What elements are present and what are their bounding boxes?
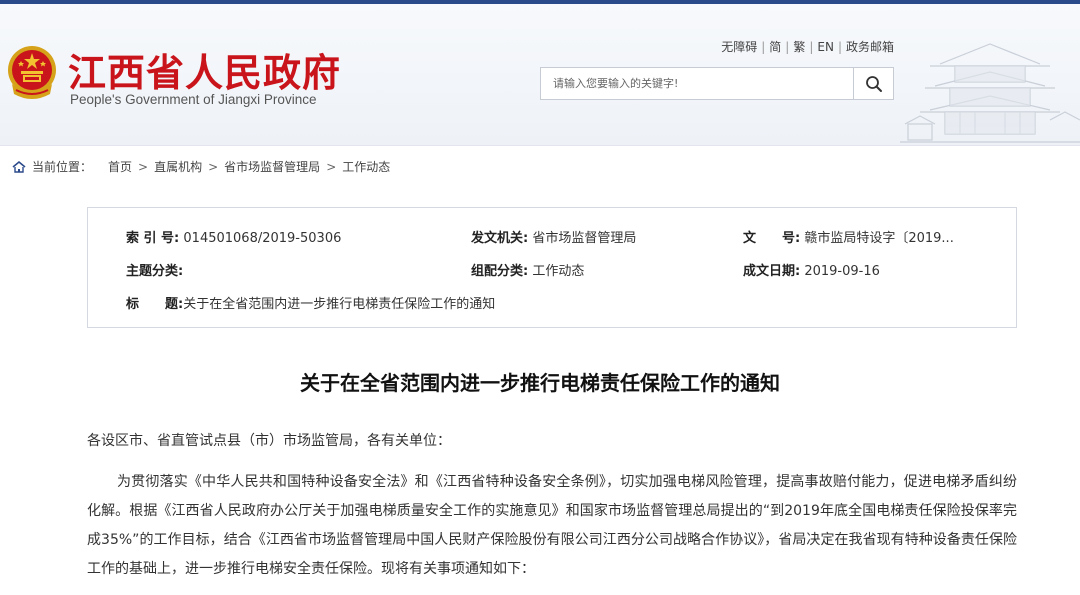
divider: | (785, 40, 790, 54)
top-links: 无障碍 | 简 | 繁 | EN | 政务邮箱 (721, 38, 894, 55)
meta-issuer-value: 省市场监督管理局 (532, 231, 637, 246)
gov-mailbox-link[interactable]: 政务邮箱 (846, 40, 894, 54)
meta-category: 组配分类: 工作动态 (471, 260, 584, 279)
meta-issuer-label: 发文机关: (471, 231, 529, 246)
article-paragraph: 为贯彻落实《中华人民共和国特种设备安全法》和《江西省特种设备安全条例》，切实加强… (87, 474, 1017, 577)
site-title[interactable]: 江西省人民政府 (68, 42, 341, 97)
divider: | (809, 40, 814, 54)
site-header: 江西省人民政府 People's Government of Jiangxi P… (0, 4, 1080, 146)
meta-date: 成文日期: 2019-09-16 (743, 260, 880, 279)
meta-index-value: 014501068/2019-50306 (183, 231, 342, 246)
meta-subject: 主题分类: (126, 260, 183, 279)
simplified-chinese-link[interactable]: 简 (769, 40, 781, 54)
article-salutation: 各设区市、省直管试点县（市）市场监管局，各有关单位： (87, 433, 451, 449)
search-icon (865, 75, 882, 92)
breadcrumb-home[interactable]: 首页 (108, 158, 132, 175)
meta-title: 标 题:关于在全省范围内进一步推行电梯责任保险工作的通知 (126, 293, 495, 312)
meta-issuer: 发文机关: 省市场监督管理局 (471, 227, 636, 246)
breadcrumb-work-news[interactable]: 工作动态 (342, 158, 390, 175)
breadcrumb-separator: > (208, 159, 219, 174)
breadcrumb: 当前位置： 首页 > 直属机构 > 省市场监督管理局 > 工作动态 (12, 158, 390, 175)
divider: | (761, 40, 766, 54)
breadcrumb-market-regulation[interactable]: 省市场监督管理局 (224, 158, 320, 175)
english-link[interactable]: EN (817, 40, 834, 54)
search-input[interactable] (541, 68, 853, 99)
meta-subject-label: 主题分类: (126, 264, 184, 279)
accessibility-link[interactable]: 无障碍 (721, 40, 757, 54)
divider: | (837, 40, 842, 54)
pagoda-illustration (900, 43, 1080, 143)
search-button[interactable] (853, 68, 893, 99)
meta-category-label: 组配分类: (471, 264, 529, 279)
traditional-chinese-link[interactable]: 繁 (793, 40, 805, 54)
national-emblem-icon[interactable] (6, 44, 58, 100)
meta-category-value: 工作动态 (532, 264, 585, 279)
article-title: 关于在全省范围内进一步推行电梯责任保险工作的通知 (300, 371, 780, 395)
meta-index-label: 索 引 号: (126, 231, 180, 246)
home-icon (12, 160, 26, 173)
meta-title-value: 关于在全省范围内进一步推行电梯责任保险工作的通知 (183, 297, 496, 312)
meta-docno-label: 文 号: (743, 231, 801, 246)
breadcrumb-direct-agencies[interactable]: 直属机构 (154, 158, 202, 175)
meta-docno-value: 赣市监局特设字〔2019... (804, 231, 954, 246)
breadcrumb-separator: > (326, 159, 337, 174)
meta-date-label: 成文日期: (743, 264, 801, 279)
document-meta-box: 索 引 号: 014501068/2019-50306 发文机关: 省市场监督管… (87, 207, 1017, 328)
meta-title-label: 标 题: (126, 297, 184, 312)
meta-docno: 文 号: 赣市监局特设字〔2019... (743, 227, 954, 246)
search-box (540, 67, 894, 100)
meta-date-value: 2019-09-16 (804, 264, 880, 279)
breadcrumb-separator: > (138, 159, 149, 174)
meta-index: 索 引 号: 014501068/2019-50306 (126, 227, 341, 246)
site-subtitle: People's Government of Jiangxi Province (70, 92, 317, 107)
breadcrumb-label: 当前位置： (32, 160, 93, 174)
